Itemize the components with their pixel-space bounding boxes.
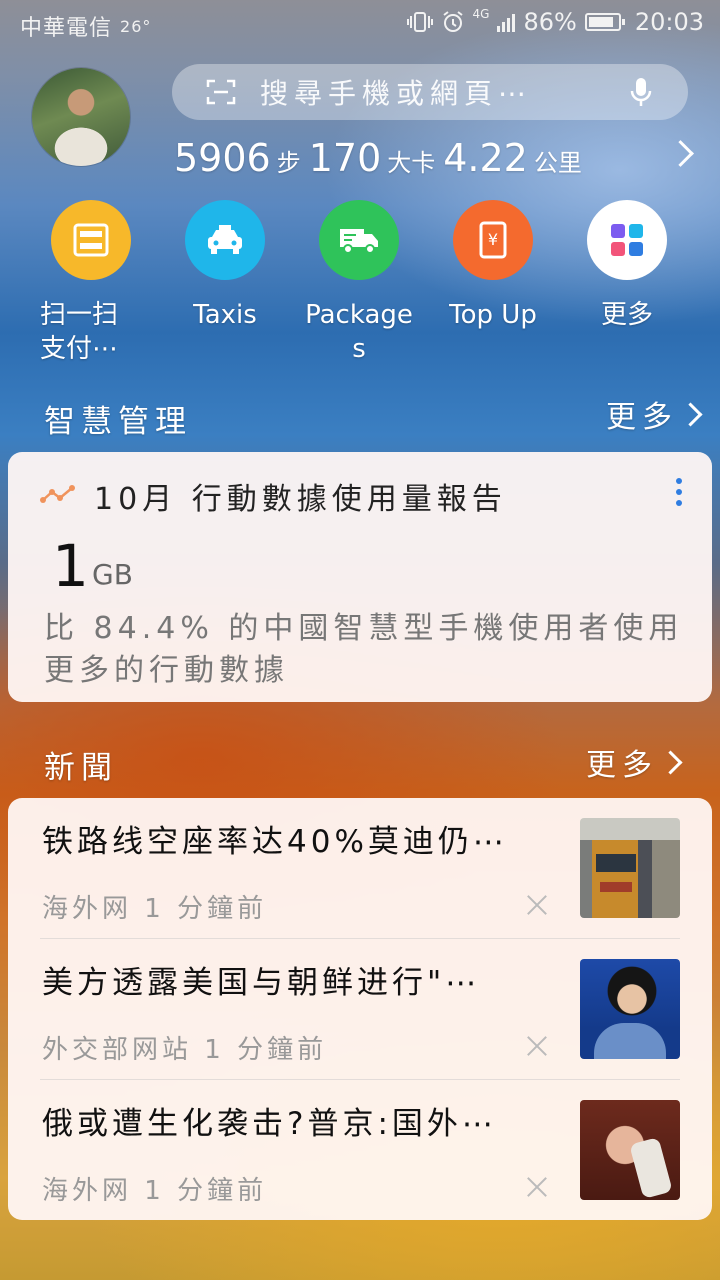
- temperature: 26°: [120, 17, 152, 36]
- user-avatar[interactable]: [32, 68, 130, 166]
- more-options-icon[interactable]: [676, 478, 682, 511]
- calories-value: 170: [308, 136, 382, 180]
- shortcut-circle[interactable]: ¥: [453, 200, 533, 280]
- distance-value: 4.22: [443, 136, 528, 180]
- clock: 20:03: [634, 8, 704, 36]
- smart-more-button[interactable]: 更多: [606, 392, 703, 436]
- shortcut-label: Top Up: [449, 300, 537, 330]
- news-section-title: 新聞: [44, 750, 118, 786]
- shortcut-taxis[interactable]: Taxis: [158, 200, 292, 332]
- news-headline: 俄或遭生化袭击?普京:国外⋯: [42, 1106, 497, 1142]
- trend-icon: [40, 485, 75, 503]
- news-more-button[interactable]: 更多: [586, 740, 683, 784]
- shortcut-top-up[interactable]: ¥ Top Up: [426, 200, 560, 332]
- news-meta: 外交部网站 1 分鐘前: [42, 1035, 328, 1065]
- scan-icon[interactable]: [206, 79, 236, 105]
- chevron-right-icon[interactable]: [667, 140, 694, 167]
- data-usage-card[interactable]: 10月 行動數據使用量報告 1 GB 比 84.4% 的中國智慧型手機使用者使用…: [8, 452, 712, 702]
- truck-icon: [340, 229, 378, 254]
- alarm-icon: [442, 11, 463, 32]
- signal-icon: [497, 12, 516, 32]
- more-label: 更多: [606, 400, 678, 435]
- news-meta: 海外网 1 分鐘前: [42, 894, 268, 924]
- scan-icon: [73, 223, 109, 257]
- calories-unit: 大卡: [387, 149, 436, 177]
- news-item[interactable]: 铁路线空座率达40%莫迪仍⋯ 海外网 1 分鐘前: [40, 798, 680, 938]
- shortcut-circle[interactable]: [185, 200, 265, 280]
- news-thumbnail: [580, 959, 680, 1059]
- carrier-name: 中華電信: [20, 16, 113, 41]
- top-up-icon: ¥: [479, 221, 507, 259]
- shortcut-circle[interactable]: [51, 200, 131, 280]
- shortcut-packages[interactable]: Package s: [292, 200, 426, 366]
- search-bar[interactable]: 搜尋手機或網頁⋯: [172, 64, 688, 120]
- status-bar: 中華電信 26° 4G 86% 20:03: [0, 0, 720, 48]
- battery-icon: [584, 13, 625, 31]
- data-usage-value: 1: [52, 532, 89, 600]
- health-stats[interactable]: 5906 步 170 大卡 4.22 公里: [174, 136, 694, 186]
- apps-grid-icon: [611, 224, 643, 256]
- news-headline: 美方透露美国与朝鲜进行"⋯: [42, 965, 481, 1001]
- chevron-right-icon: [678, 401, 703, 427]
- shortcut-label: Package s: [305, 300, 413, 364]
- status-right: 4G 86% 20:03: [406, 7, 704, 36]
- news-item[interactable]: 美方透露美国与朝鲜进行"⋯ 外交部网站 1 分鐘前: [40, 939, 680, 1079]
- shortcuts-row: 扫一扫 支付⋯ Taxis Package s ¥ Top Up 更多: [24, 200, 700, 380]
- close-icon[interactable]: [526, 1176, 548, 1198]
- search-placeholder: 搜尋手機或網頁⋯: [260, 77, 533, 110]
- card-title: 10月 行動數據使用量報告: [94, 482, 507, 517]
- vibrate-icon: [406, 12, 433, 32]
- network-type: 4G: [472, 7, 490, 21]
- news-thumbnail: [580, 818, 680, 918]
- battery-percent: 86%: [523, 8, 577, 36]
- shortcut-scan-pay[interactable]: 扫一扫 支付⋯: [24, 200, 158, 366]
- steps-value: 5906: [174, 136, 271, 180]
- more-label: 更多: [586, 748, 658, 783]
- news-meta: 海外网 1 分鐘前: [42, 1176, 268, 1206]
- chevron-right-icon: [658, 749, 683, 775]
- microphone-icon[interactable]: [630, 77, 652, 107]
- news-card: 铁路线空座率达40%莫迪仍⋯ 海外网 1 分鐘前 美方透露美国与朝鲜进行"⋯ 外…: [8, 798, 712, 1220]
- close-icon[interactable]: [526, 1035, 548, 1057]
- news-thumbnail: [580, 1100, 680, 1200]
- shortcut-label: Taxis: [193, 300, 257, 330]
- data-usage-unit: GB: [92, 558, 133, 591]
- steps-unit: 步: [276, 149, 301, 177]
- svg-text:¥: ¥: [488, 230, 498, 249]
- shortcut-circle[interactable]: [587, 200, 667, 280]
- news-item[interactable]: 俄或遭生化袭击?普京:国外⋯ 海外网 1 分鐘前: [40, 1080, 680, 1220]
- smart-section-title: 智慧管理: [44, 404, 192, 440]
- taxi-icon: [208, 225, 242, 254]
- shortcut-more[interactable]: 更多: [560, 200, 694, 332]
- shortcut-label: 更多: [600, 300, 653, 330]
- distance-unit: 公里: [533, 149, 582, 177]
- battery-fill: [588, 17, 613, 27]
- shortcut-label: 扫一扫 支付⋯: [40, 300, 119, 364]
- data-usage-description: 比 84.4% 的中國智慧型手機使用者使用更多的行動數據: [44, 611, 684, 688]
- status-left: 中華電信 26°: [20, 10, 151, 42]
- news-headline: 铁路线空座率达40%莫迪仍⋯: [42, 824, 508, 860]
- close-icon[interactable]: [526, 894, 548, 916]
- shortcut-circle[interactable]: [319, 200, 399, 280]
